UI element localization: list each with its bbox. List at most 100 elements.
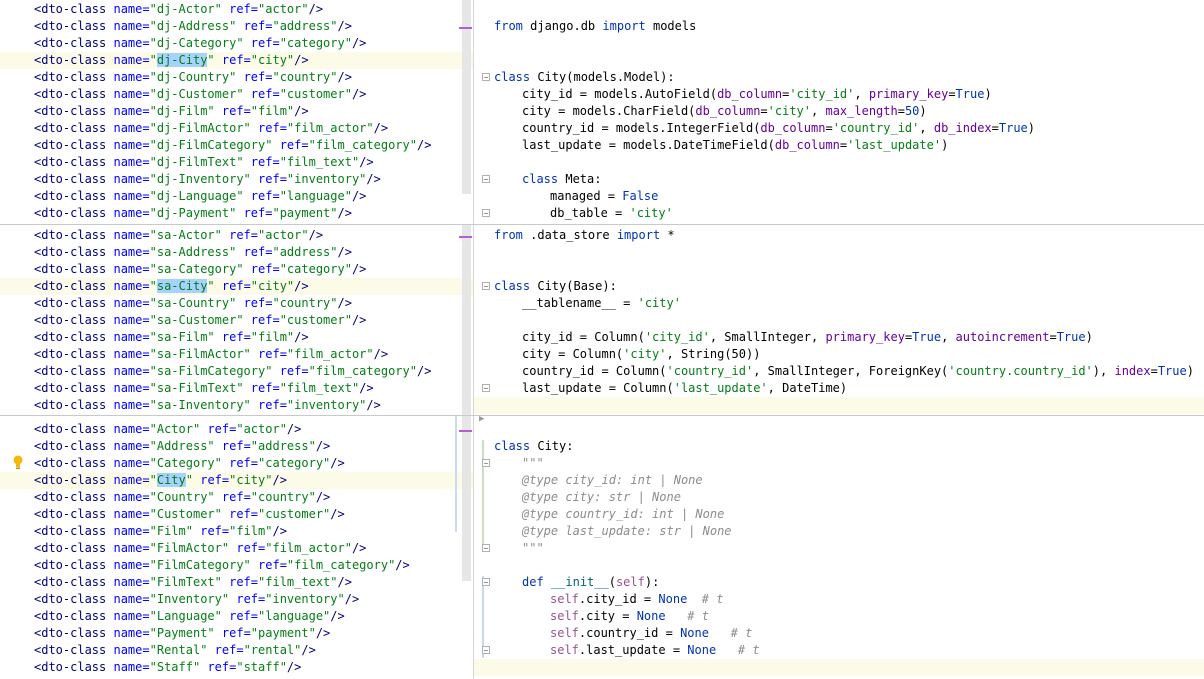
- code-line[interactable]: <dto-class name="dj-FilmActor" ref="film…: [0, 120, 473, 137]
- code-line[interactable]: <dto-class name="dj-Language" ref="langu…: [0, 188, 473, 205]
- code-line[interactable]: <dto-class name="sa-Film" ref="film"/>: [0, 329, 473, 346]
- code-line[interactable]: <dto-class name="sa-Address" ref="addres…: [0, 244, 473, 261]
- code-line[interactable]: <dto-class name="City" ref="city"/>: [0, 472, 473, 489]
- scrollbar-sa-xml[interactable]: [462, 225, 471, 415]
- dto-ref-value: "inventory": [286, 172, 367, 186]
- code-line[interactable]: last_update = Column('last_update', Date…: [474, 380, 1204, 397]
- code-line[interactable]: self.country_id = None # t: [474, 625, 1204, 642]
- code-line[interactable]: city = models.CharField(db_column='city'…: [474, 103, 1204, 120]
- code-line[interactable]: <dto-class name="dj-Film" ref="film"/>: [0, 103, 473, 120]
- code-token: <dto-class: [34, 2, 107, 16]
- run-gutter-icon[interactable]: ▶: [479, 416, 484, 424]
- code-line[interactable]: <dto-class name="Country" ref="country"/…: [0, 489, 473, 506]
- xml-editor-sqlalchemy[interactable]: <dto-class name="sa-Actor" ref="actor"/>…: [0, 225, 473, 415]
- code-line[interactable]: <dto-class name="dj-Actor" ref="actor"/>: [0, 1, 473, 18]
- scrollbar-plain-xml[interactable]: [462, 416, 471, 581]
- code-line[interactable]: class City:: [474, 438, 1204, 455]
- xml-element: <dto-class name="Language" ref="language…: [34, 608, 345, 625]
- code-line[interactable]: <dto-class name="Film" ref="film"/>: [0, 523, 473, 540]
- code-line[interactable]: city_id = Column('city_id', SmallInteger…: [474, 329, 1204, 346]
- scrollbar-django-xml[interactable]: [462, 0, 471, 194]
- lightbulb-icon[interactable]: [13, 455, 23, 469]
- code-line[interactable]: <dto-class name="Rental" ref="rental"/>: [0, 642, 473, 659]
- fold-icon[interactable]: [482, 646, 490, 654]
- code-line[interactable]: <dto-class name="dj-City" ref="city"/>: [0, 52, 473, 69]
- xml-editor-django[interactable]: <dto-class name="dj-Actor" ref="actor"/>…: [0, 0, 473, 224]
- code-token: ": [149, 364, 157, 378]
- code-line[interactable]: <dto-class name="dj-Address" ref="addres…: [0, 18, 473, 35]
- code-line[interactable]: <dto-class name="Language" ref="language…: [0, 608, 473, 625]
- dto-name-value: sa-FilmCategory: [156, 364, 266, 378]
- code-line[interactable]: <dto-class name="sa-Country" ref="countr…: [0, 295, 473, 312]
- code-line[interactable]: @type country_id: int | None: [474, 506, 1204, 523]
- code-line[interactable]: <dto-class name="sa-FilmText" ref="film_…: [0, 380, 473, 397]
- code-line[interactable]: <dto-class name="Category" ref="category…: [0, 455, 473, 472]
- code-line[interactable]: <dto-class name="sa-Inventory" ref="inve…: [0, 397, 473, 414]
- code-token: />: [351, 36, 367, 50]
- code-line[interactable]: <dto-class name="dj-Category" ref="categ…: [0, 35, 473, 52]
- code-line[interactable]: <dto-class name="dj-Inventory" ref="inve…: [0, 171, 473, 188]
- code-line[interactable]: __tablename__ = 'city': [474, 295, 1204, 312]
- code-line[interactable]: <dto-class name="FilmText" ref="film_tex…: [0, 574, 473, 591]
- code-line[interactable]: @type city_id: int | None: [474, 472, 1204, 489]
- code-token: />: [351, 541, 367, 555]
- python-code: """: [522, 540, 544, 557]
- code-line[interactable]: self.last_update = None # t: [474, 642, 1204, 659]
- code-line[interactable]: <dto-class name="sa-FilmActor" ref="film…: [0, 346, 473, 363]
- dto-ref-value: "address": [272, 245, 338, 259]
- code-line[interactable]: city = Column('city', String(50)): [474, 346, 1204, 363]
- code-line[interactable]: <dto-class name="sa-FilmCategory" ref="f…: [0, 363, 473, 380]
- python-editor-plain[interactable]: ▶ class City: """ @type city_id: int | None…: [474, 416, 1204, 679]
- code-token: />: [337, 296, 352, 310]
- code-line[interactable]: <dto-class name="FilmActor" ref="film_ac…: [0, 540, 473, 557]
- code-line[interactable]: last_update = models.DateTimeField(db_co…: [474, 137, 1204, 154]
- xml-editor-plain[interactable]: <dto-class name="Actor" ref="actor"/> <dt…: [0, 416, 473, 679]
- python-code: city = Column('city', String(50)): [522, 346, 760, 363]
- code-line[interactable]: <dto-class name="sa-Customer" ref="custo…: [0, 312, 473, 329]
- code-token: ": [149, 296, 157, 310]
- code-line[interactable]: managed = False: [474, 188, 1204, 205]
- code-line[interactable]: <dto-class name="dj-Customer" ref="custo…: [0, 86, 473, 103]
- code-line[interactable]: """: [474, 540, 1204, 557]
- code-line[interactable]: @type last_update: str | None: [474, 523, 1204, 540]
- code-line[interactable]: @type city: str | None: [474, 489, 1204, 506]
- code-line[interactable]: <dto-class name="FilmCategory" ref="film…: [0, 557, 473, 574]
- code-line[interactable]: <dto-class name="sa-Actor" ref="actor"/>: [0, 227, 473, 244]
- code-token: ": [149, 507, 157, 521]
- code-token: class: [494, 279, 531, 293]
- code-line[interactable]: [474, 397, 1204, 414]
- code-line[interactable]: class City(Base):: [474, 278, 1204, 295]
- code-line[interactable]: <dto-class name="sa-City" ref="city"/>: [0, 278, 473, 295]
- code-line[interactable]: <dto-class name="Inventory" ref="invento…: [0, 591, 473, 608]
- code-line[interactable]: def __init__(self):: [474, 574, 1204, 591]
- code-line[interactable]: <dto-class name="Customer" ref="customer…: [0, 506, 473, 523]
- code-token: =: [897, 104, 905, 118]
- python-editor-django[interactable]: from django.db import models class City(m…: [474, 0, 1204, 224]
- code-line[interactable]: class Meta:: [474, 171, 1204, 188]
- code-line[interactable]: [474, 659, 1204, 676]
- code-line[interactable]: self.city_id = None # t: [474, 591, 1204, 608]
- code-line[interactable]: db_table = 'city': [474, 205, 1204, 222]
- code-line[interactable]: from .data_store import *: [474, 227, 1204, 244]
- code-line[interactable]: country_id = models.IntegerField(db_colu…: [474, 120, 1204, 137]
- code-line[interactable]: from django.db import models: [474, 18, 1204, 35]
- dto-ref-value: "language": [258, 609, 331, 623]
- code-line[interactable]: <dto-class name="dj-FilmText" ref="film_…: [0, 154, 473, 171]
- code-line[interactable]: <dto-class name="sa-Category" ref="categ…: [0, 261, 473, 278]
- code-token: />: [286, 660, 302, 674]
- dto-name-value: City: [156, 473, 186, 487]
- code-token: />: [337, 19, 352, 33]
- code-line[interactable]: """: [474, 455, 1204, 472]
- code-line[interactable]: <dto-class name="dj-Payment" ref="paymen…: [0, 205, 473, 222]
- code-line[interactable]: <dto-class name="dj-FilmCategory" ref="f…: [0, 137, 473, 154]
- code-line[interactable]: <dto-class name="Payment" ref="payment"/…: [0, 625, 473, 642]
- code-line[interactable]: <dto-class name="Staff" ref="staff"/>: [0, 659, 473, 676]
- code-line[interactable]: city_id = models.AutoField(db_column = 'ci…: [474, 86, 1204, 103]
- code-line[interactable]: class City(models.Model):: [474, 69, 1204, 86]
- code-line[interactable]: <dto-class name="Actor" ref="actor"/>: [0, 421, 473, 438]
- code-line[interactable]: self.city = None # t: [474, 608, 1204, 625]
- code-line[interactable]: <dto-class name="Address" ref="address"/…: [0, 438, 473, 455]
- code-line[interactable]: <dto-class name="dj-Country" ref="countr…: [0, 69, 473, 86]
- code-line[interactable]: country_id = Column('country_id', SmallI…: [474, 363, 1204, 380]
- python-editor-sqlalchemy[interactable]: from .data_store import * class City(Base…: [474, 225, 1204, 415]
